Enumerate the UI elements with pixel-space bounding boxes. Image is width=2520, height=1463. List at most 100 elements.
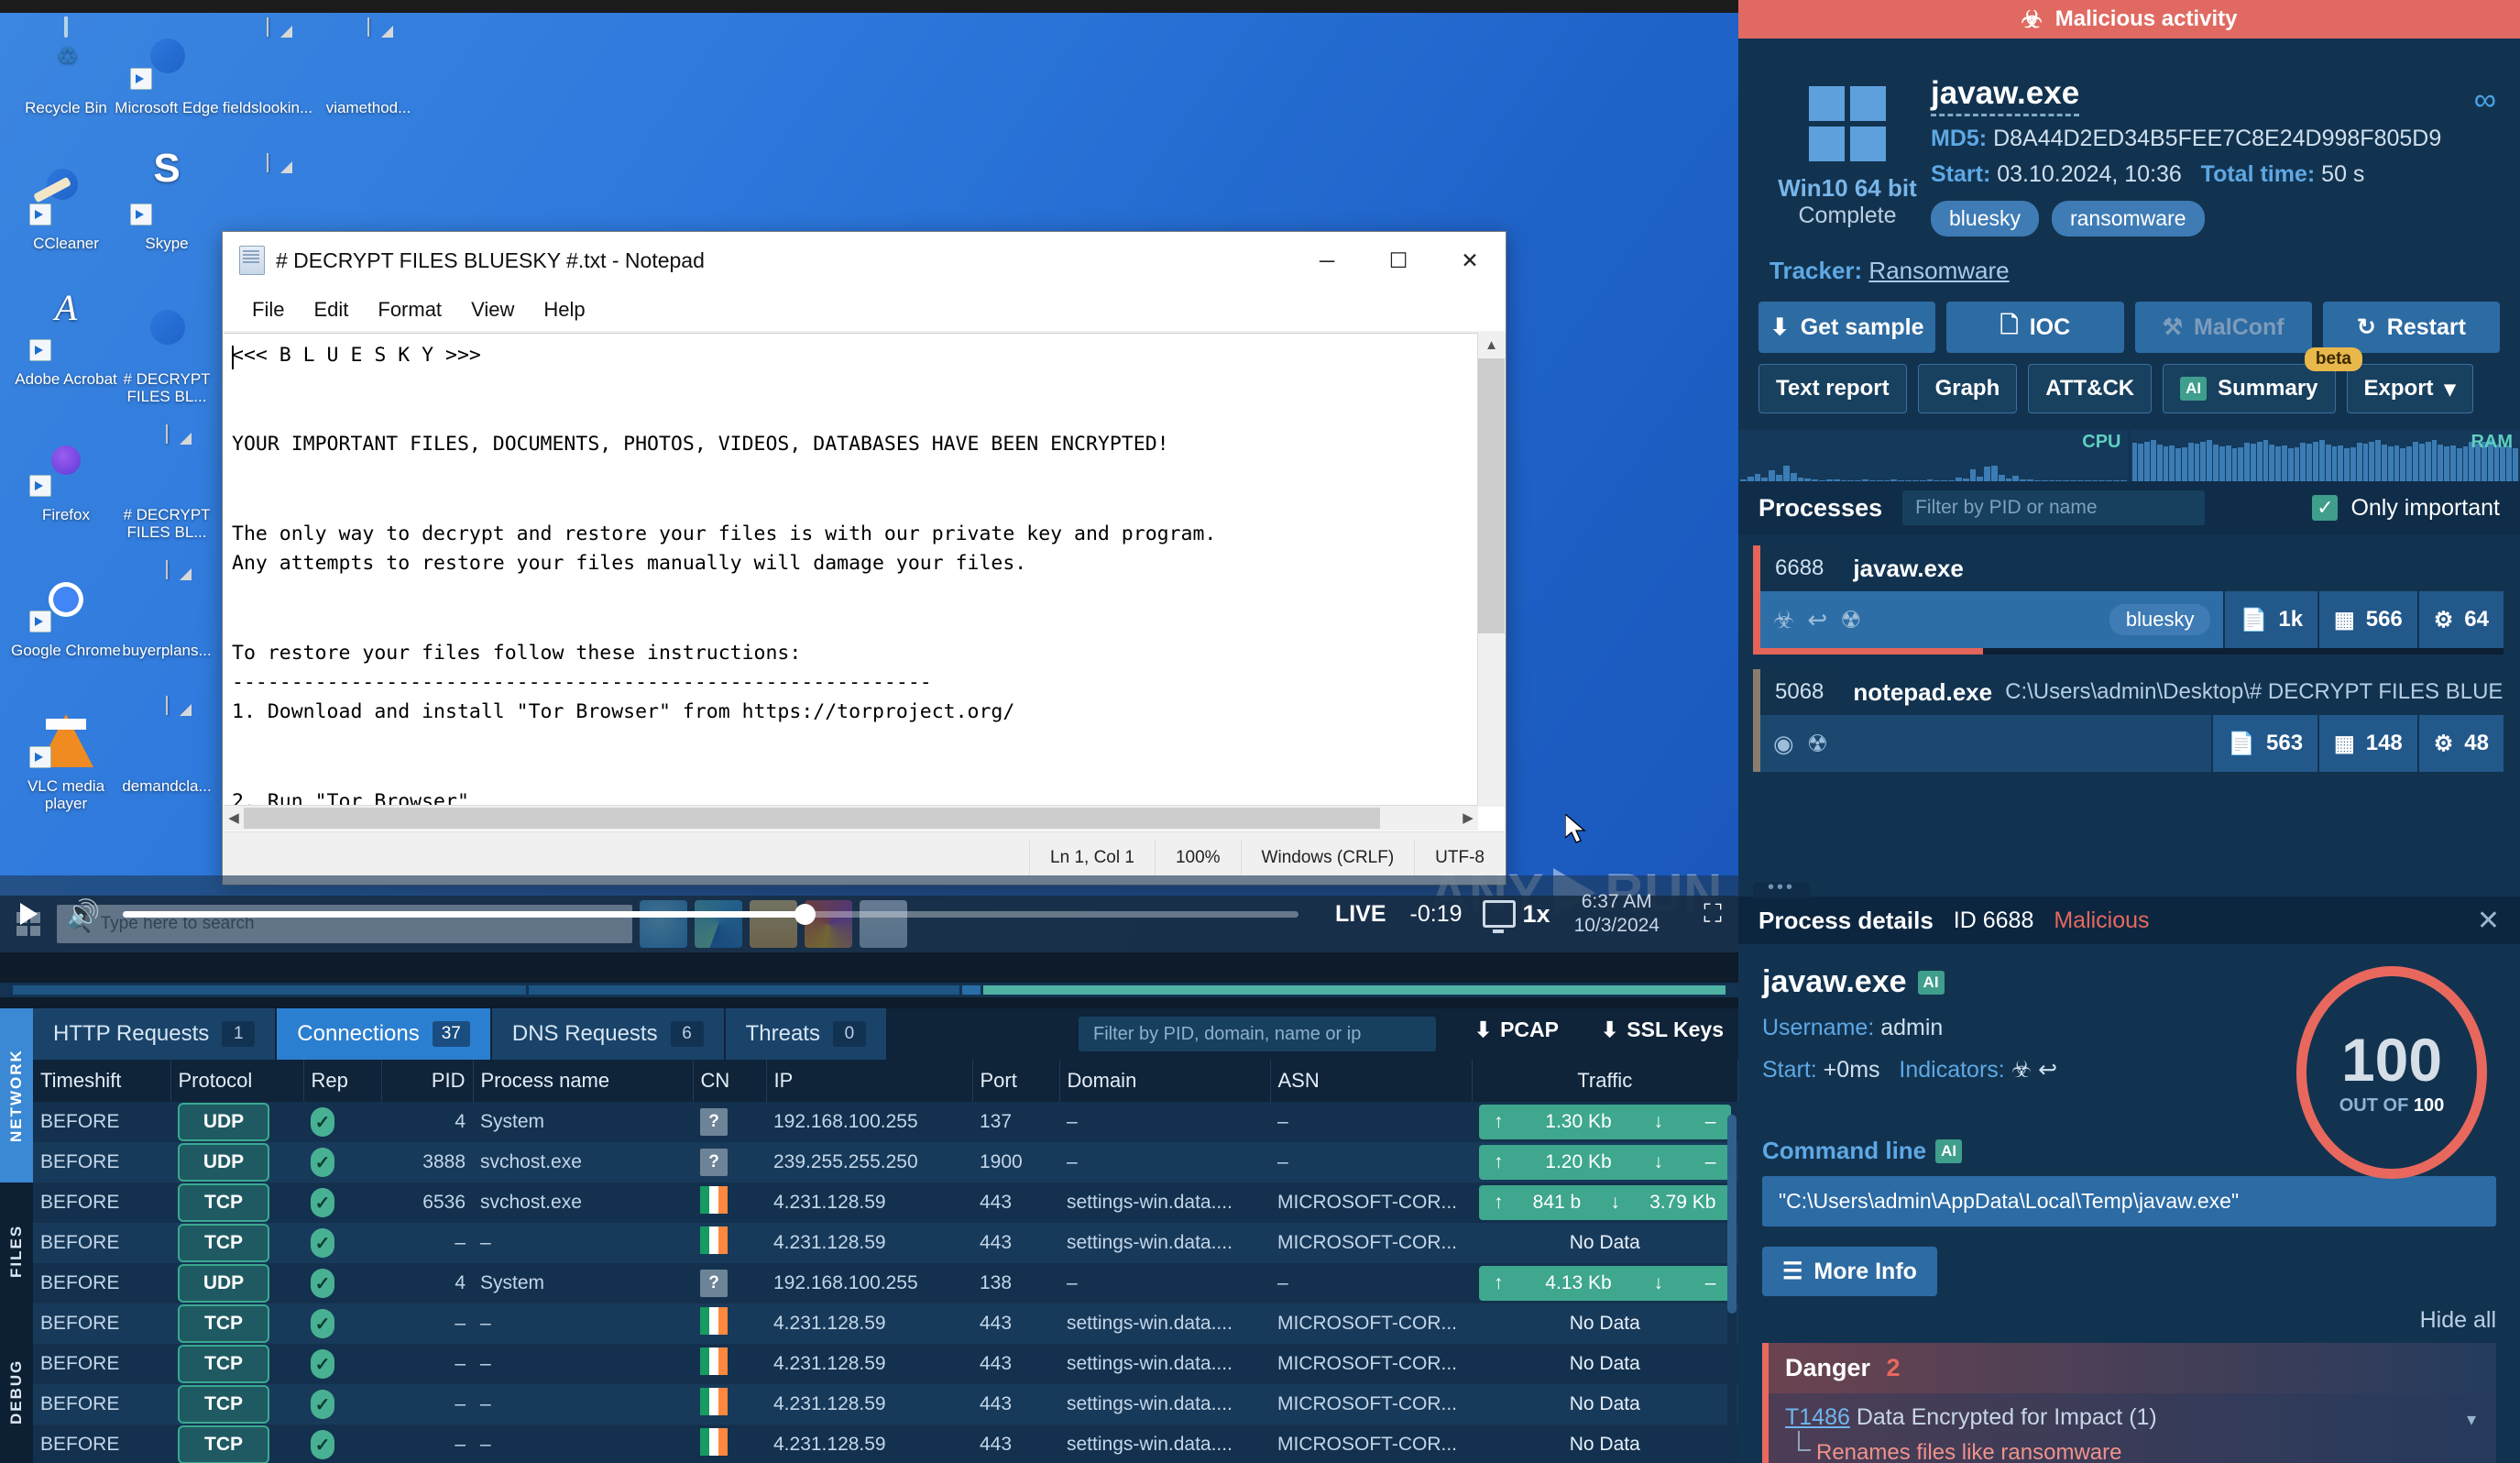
download-sslkeys-button[interactable]: ⬇ SSL Keys [1601, 1018, 1724, 1042]
tab-http-requests[interactable]: HTTP Requests 1 [33, 1008, 278, 1060]
menu-format[interactable]: Format [363, 294, 456, 325]
desktop-icon-decrypt-files-1[interactable]: # DECRYPT FILES BL... [106, 290, 227, 405]
desktop-icon-viamethod[interactable]: viamethod... [308, 17, 429, 116]
sample-filename[interactable]: javaw.exe [1931, 75, 2080, 116]
table-row[interactable]: BEFORE UDP ✓ 4 System? 192.168.100.255 138 – – ↑ 4… [33, 1263, 1738, 1304]
scroll-thumb-h[interactable] [244, 808, 1380, 829]
menu-file[interactable]: File [237, 294, 299, 325]
rail-network[interactable]: NETWORK [0, 1008, 33, 1182]
col-protocol[interactable]: Protocol [170, 1060, 304, 1102]
restart-button[interactable]: ↻ Restart [2322, 302, 2500, 353]
tracker-link[interactable]: Ransomware [1868, 257, 2009, 284]
table-row[interactable]: BEFORE TCP ✓ 6536 svchost.exe 4.231.128.59 443… [33, 1182, 1738, 1223]
chevron-down-icon[interactable]: ▾ [2467, 1408, 2476, 1431]
scroll-up-icon[interactable]: ▲ [1478, 333, 1505, 358]
modules-stat[interactable]: ⚙ 48 [2416, 715, 2504, 772]
notepad-vertical-scrollbar[interactable]: ▲ [1477, 333, 1505, 807]
table-row[interactable]: BEFORE TCP ✓ – – 4.231.128.59 443 settings-win.… [33, 1384, 1738, 1424]
close-icon[interactable]: ✕ [2477, 905, 2500, 937]
hide-all-link[interactable]: Hide all [1762, 1307, 2496, 1334]
col-port[interactable]: Port [972, 1060, 1060, 1102]
drag-handle[interactable]: ••• [1753, 878, 1810, 898]
download-pcap-button[interactable]: ⬇ PCAP [1474, 1018, 1559, 1042]
command-line-value[interactable]: "C:\Users\admin\AppData\Local\Temp\javaw… [1762, 1176, 2496, 1226]
notepad-text-area[interactable]: <<< B L U E S K Y >>> YOUR IMPORTANT FIL… [224, 333, 1505, 831]
modules-stat[interactable]: ⚙ 64 [2416, 591, 2504, 648]
get-sample-button[interactable]: ⬇ Get sample [1759, 302, 1936, 353]
timeline-activity-strip[interactable] [0, 983, 1738, 997]
col-cn[interactable]: CN [693, 1060, 767, 1102]
process-tag[interactable]: bluesky [2109, 604, 2211, 635]
desktop-icon-buyerplans[interactable]: buyerplans... [106, 560, 227, 659]
process-item-notepad[interactable]: 5068 notepad.exe C:\Users\admin\Desktop\… [1753, 669, 2504, 772]
text-report-button[interactable]: Text report [1759, 364, 1907, 413]
ram-meter[interactable]: RAM [2130, 430, 2520, 481]
only-important-toggle[interactable]: ✓ Only important [2312, 495, 2500, 522]
ttp-id-link[interactable]: T1486 [1785, 1404, 1850, 1430]
col-ip[interactable]: IP [766, 1060, 973, 1102]
table-row[interactable]: BEFORE TCP ✓ – – 4.231.128.59 443 settings-win.… [33, 1424, 1738, 1463]
export-button[interactable]: Export ▾ [2346, 364, 2473, 413]
files-stat[interactable]: 📄 1k [2223, 591, 2318, 648]
desktop-icon-demandcla[interactable]: demandcla... [106, 696, 227, 795]
col-asn[interactable]: ASN [1270, 1060, 1473, 1102]
cpu-meter[interactable]: CPU [1738, 430, 2129, 481]
scroll-thumb[interactable] [1478, 358, 1505, 633]
notepad-horizontal-scrollbar[interactable]: ◀ ▶ [224, 805, 1478, 830]
tag-bluesky[interactable]: bluesky [1931, 201, 2039, 236]
md5-value[interactable]: D8A44D2ED34B5FEE7C8E24D998F805D9 [1993, 126, 2441, 151]
volume-icon[interactable]: 🔊 [57, 898, 110, 930]
table-row[interactable]: BEFORE TCP ✓ – – 4.231.128.59 443 settings-win.… [33, 1223, 1738, 1263]
playback-speed-button[interactable]: 1x [1482, 900, 1550, 933]
graph-button[interactable]: Graph [1917, 364, 2018, 413]
minimize-button[interactable]: ─ [1291, 232, 1363, 289]
menu-help[interactable]: Help [529, 294, 599, 325]
windows-desktop[interactable]: Recycle Bin Microsoft Edge fieldslookin.… [0, 13, 1738, 952]
scroll-right-icon[interactable]: ▶ [1458, 806, 1478, 830]
tab-threats[interactable]: Threats 0 [725, 1008, 888, 1060]
more-info-button[interactable]: ☰ More Info [1762, 1247, 1937, 1296]
table-row[interactable]: BEFORE TCP ✓ – – 4.231.128.59 443 settings-win.… [33, 1344, 1738, 1384]
col-timeshift[interactable]: Timeshift [33, 1060, 171, 1102]
ioc-button[interactable]: 🗋 IOC [1946, 302, 2124, 353]
ai-summary-button[interactable]: AI Summary [2163, 364, 2336, 413]
table-row[interactable]: BEFORE UDP ✓ 4 System? 192.168.100.255 137 – – ↑ 1… [33, 1102, 1738, 1142]
close-button[interactable]: ✕ [1434, 232, 1506, 289]
col-traffic[interactable]: Traffic [1472, 1060, 1738, 1102]
share-icon[interactable]: ∞ [2474, 82, 2496, 118]
network-filter-input[interactable]: Filter by PID, domain, name or ip [1079, 1017, 1436, 1051]
notepad-menubar[interactable]: File Edit Format View Help [223, 289, 1506, 331]
tab-dns-requests[interactable]: DNS Requests 6 [491, 1008, 726, 1060]
desktop-icon-decrypt-files-2[interactable]: # DECRYPT FILES BL... [106, 424, 227, 541]
play-button[interactable] [0, 903, 57, 925]
ttp-item[interactable]: T1486 Data Encrypted for Impact (1) ▾ Re… [1769, 1393, 2496, 1463]
notepad-window[interactable]: # DECRYPT FILES BLUESKY #.txt - Notepad … [222, 231, 1507, 886]
col-domain[interactable]: Domain [1059, 1060, 1271, 1102]
table-row[interactable]: BEFORE TCP ✓ – – 4.231.128.59 443 settings-win.… [33, 1304, 1738, 1344]
tag-ransomware[interactable]: ransomware [2051, 201, 2205, 236]
registry-stat[interactable]: ▦ 148 [2317, 715, 2417, 772]
process-item-javaw[interactable]: 6688 javaw.exe ☣ ↩ ☢ bluesky 📄 1k ▦ 566 … [1753, 545, 2504, 654]
menu-view[interactable]: View [456, 294, 529, 325]
fullscreen-button[interactable]: ⛶ [1687, 899, 1738, 930]
col-rep[interactable]: Rep [303, 1060, 382, 1102]
attack-button[interactable]: ATT&CK [2028, 364, 2153, 413]
menu-edit[interactable]: Edit [299, 294, 363, 325]
malconf-button[interactable]: ⚒ MalConf [2134, 302, 2312, 353]
session-player-controls[interactable]: 🔊 LIVE -0:19 1x 6:37 AM 10/3/2024 ⛶ [0, 875, 1738, 952]
ai-badge[interactable]: AI [1935, 1138, 1963, 1163]
seek-handle[interactable] [794, 903, 816, 925]
table-row[interactable]: BEFORE UDP ✓ 3888 svchost.exe? 239.255.255.25… [33, 1142, 1738, 1182]
maximize-button[interactable]: ☐ [1363, 232, 1434, 289]
col-pid[interactable]: PID [381, 1060, 474, 1102]
registry-stat[interactable]: ▦ 566 [2317, 591, 2417, 648]
table-scrollbar[interactable] [1727, 1115, 1737, 1458]
rail-files[interactable]: FILES [0, 1182, 33, 1320]
connections-table-wrap[interactable]: Timeshift Protocol Rep PID Process name … [33, 1060, 1738, 1463]
tab-connections[interactable]: Connections 37 [277, 1008, 492, 1060]
ai-badge[interactable]: AI [1917, 970, 1945, 995]
notepad-titlebar[interactable]: # DECRYPT FILES BLUESKY #.txt - Notepad … [223, 232, 1506, 289]
process-filter-input[interactable]: Filter by PID or name [1902, 490, 2206, 525]
col-process-name[interactable]: Process name [473, 1060, 694, 1102]
files-stat[interactable]: 📄 563 [2211, 715, 2318, 772]
